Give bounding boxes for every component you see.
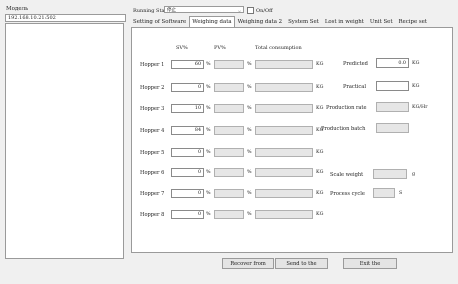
practical-unit: KG bbox=[412, 84, 420, 89]
hopper-1-sv-unit: % bbox=[206, 62, 211, 67]
tab-setting-of-software[interactable]: Setting of Software bbox=[130, 16, 189, 27]
hopper-1-total-field bbox=[255, 60, 313, 69]
hopper-7-pv-field bbox=[214, 189, 244, 198]
hopper-1-sv-input[interactable]: 60 bbox=[171, 60, 204, 69]
onoff-toggle[interactable]: On/Off bbox=[247, 7, 273, 14]
hopper-8-sv-unit: % bbox=[206, 212, 211, 217]
hopper-4-pv-unit: % bbox=[247, 128, 252, 133]
column-sv: SV% bbox=[176, 45, 188, 51]
running-status-select[interactable]: 停止 ⌵ bbox=[164, 6, 244, 13]
onoff-label: On/Off bbox=[256, 7, 273, 14]
tab-lost-in-weight[interactable]: Lost in weight bbox=[322, 16, 367, 27]
running-status-value: 停止 bbox=[167, 8, 176, 13]
tab-bar: Setting of Software Weighing data Weighi… bbox=[130, 16, 430, 27]
hopper-7-pv-unit: % bbox=[247, 191, 252, 196]
exit-button[interactable]: Exit the bbox=[343, 258, 397, 269]
tab-unit-set[interactable]: Unit Set bbox=[367, 16, 396, 27]
hopper-6-pv-unit: % bbox=[247, 170, 252, 175]
hopper-6-sv-input[interactable]: 0 bbox=[171, 168, 204, 177]
process-cycle-unit: S bbox=[399, 191, 403, 196]
hopper-7-total-unit: KG bbox=[316, 191, 324, 196]
send-button[interactable]: Send to the bbox=[275, 258, 328, 269]
process-cycle-label: Process cycle bbox=[330, 191, 365, 197]
hopper-2-pv-unit: % bbox=[247, 85, 252, 90]
hopper-8-pv-field bbox=[214, 210, 244, 219]
hopper-2-sv-input[interactable]: 0 bbox=[171, 83, 204, 92]
device-ip-item[interactable]: 192.168.10.21:502 bbox=[5, 14, 126, 22]
column-pv: PV% bbox=[214, 45, 226, 51]
predicted-unit: KG bbox=[412, 61, 420, 66]
onoff-checkbox[interactable] bbox=[247, 7, 254, 14]
tab-weighing-data-2[interactable]: Weighing data 2 bbox=[235, 16, 286, 27]
hopper-7-sv-unit: % bbox=[206, 191, 211, 196]
hopper-8-pv-unit: % bbox=[247, 212, 252, 217]
hopper-7-sv-input[interactable]: 0 bbox=[171, 189, 204, 198]
production-rate-label: Production rate bbox=[326, 105, 367, 111]
hopper-4-sv-input[interactable]: 84 bbox=[171, 126, 204, 135]
hopper-2-sv-unit: % bbox=[206, 85, 211, 90]
hopper-5-pv-unit: % bbox=[247, 150, 252, 155]
device-list-title: Модель bbox=[6, 6, 29, 12]
hopper-2-total-field bbox=[255, 83, 313, 92]
hopper-3-total-unit: KG bbox=[316, 106, 324, 111]
hopper-3-pv-unit: % bbox=[247, 106, 252, 111]
hopper-3-pv-field bbox=[214, 104, 244, 113]
hopper-1-total-unit: KG bbox=[316, 62, 324, 67]
hopper-5-sv-unit: % bbox=[206, 150, 211, 155]
hopper-5-total-field bbox=[255, 148, 313, 157]
hopper-3-sv-input[interactable]: 10 bbox=[171, 104, 204, 113]
device-list-panel[interactable] bbox=[5, 23, 124, 259]
production-rate-unit: KG/Hr bbox=[412, 105, 428, 110]
hopper-6-pv-field bbox=[214, 168, 244, 177]
hopper-7-total-field bbox=[255, 189, 313, 198]
process-cycle-field bbox=[373, 188, 395, 198]
hopper-2-pv-field bbox=[214, 83, 244, 92]
scale-weight-unit: g bbox=[412, 172, 416, 177]
column-total-consumption: Total consumption bbox=[255, 45, 302, 51]
scale-weight-label: Scale weight bbox=[330, 172, 364, 178]
hopper-4-sv-unit: % bbox=[206, 128, 211, 133]
hopper-6-sv-unit: % bbox=[206, 170, 211, 175]
hopper-4-label: Hopper 4 bbox=[140, 128, 165, 134]
hopper-4-total-field bbox=[255, 126, 313, 135]
production-rate-field bbox=[376, 102, 409, 112]
hopper-4-pv-field bbox=[214, 126, 244, 135]
hopper-3-sv-unit: % bbox=[206, 106, 211, 111]
hopper-5-sv-input[interactable]: 0 bbox=[171, 148, 204, 157]
hopper-1-pv-field bbox=[214, 60, 244, 69]
hopper-6-label: Hopper 6 bbox=[140, 170, 165, 176]
hopper-8-total-field bbox=[255, 210, 313, 219]
scale-weight-field bbox=[373, 169, 407, 179]
hopper-8-sv-input[interactable]: 0 bbox=[171, 210, 204, 219]
practical-label: Practical bbox=[343, 84, 366, 90]
hopper-8-label: Hopper 8 bbox=[140, 212, 165, 218]
hopper-2-label: Hopper 2 bbox=[140, 85, 165, 91]
hopper-6-total-field bbox=[255, 168, 313, 177]
hopper-5-total-unit: KG bbox=[316, 150, 324, 155]
tab-recipe-set[interactable]: Recipe set bbox=[396, 16, 430, 27]
hopper-8-total-unit: KG bbox=[316, 212, 324, 217]
production-batch-field bbox=[376, 123, 409, 133]
hopper-6-total-unit: KG bbox=[316, 170, 324, 175]
hopper-2-total-unit: KG bbox=[316, 85, 324, 90]
production-batch-label: Production batch bbox=[321, 126, 366, 132]
practical-field[interactable] bbox=[376, 81, 409, 91]
chevron-down-icon: ⌵ bbox=[237, 8, 241, 13]
hopper-7-label: Hopper 7 bbox=[140, 191, 165, 197]
hopper-1-pv-unit: % bbox=[247, 62, 252, 67]
hopper-3-label: Hopper 3 bbox=[140, 106, 165, 112]
predicted-label: Predicted bbox=[343, 61, 368, 67]
predicted-field[interactable]: 0.0 bbox=[376, 58, 409, 68]
hopper-5-pv-field bbox=[214, 148, 244, 157]
hopper-1-label: Hopper 1 bbox=[140, 62, 165, 68]
recover-button[interactable]: Recover from bbox=[222, 258, 274, 269]
tab-system-set[interactable]: System Set bbox=[285, 16, 322, 27]
tab-weighing-data[interactable]: Weighing data bbox=[189, 16, 235, 27]
hopper-3-total-field bbox=[255, 104, 313, 113]
hopper-5-label: Hopper 5 bbox=[140, 150, 165, 156]
